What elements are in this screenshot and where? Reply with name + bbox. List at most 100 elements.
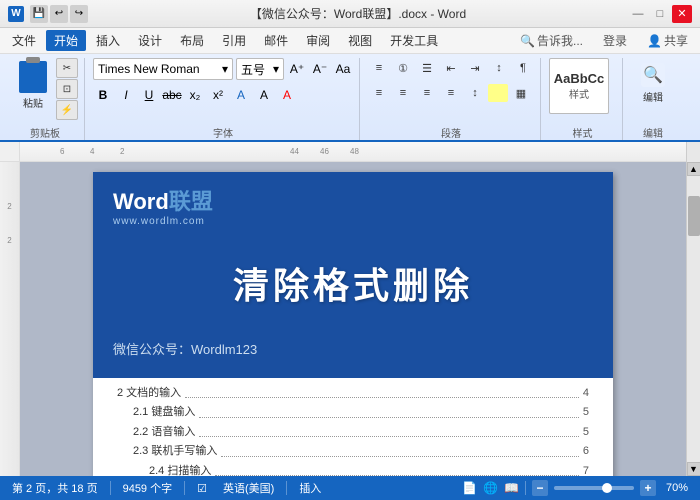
share-btn[interactable]: 👤 共享 bbox=[639, 30, 696, 51]
styles-group: AaBbCc 样式 样式 bbox=[543, 58, 623, 140]
redo-btn[interactable]: ↪ bbox=[70, 5, 88, 23]
ruler-scrollbar-corner bbox=[686, 142, 700, 162]
multilevel-btn[interactable]: ☰ bbox=[416, 58, 438, 78]
menu-references[interactable]: 引用 bbox=[214, 30, 254, 51]
increase-indent-btn[interactable]: ⇥ bbox=[464, 58, 486, 78]
vertical-ruler: 2 2 bbox=[0, 162, 20, 476]
align-right-btn[interactable]: ≡ bbox=[416, 83, 438, 103]
word-banner: Word联盟 www.wordlm.com 清除格式删除 微信公众号：Wordl… bbox=[93, 172, 613, 378]
toc-area: 2 文档的输入 4 2.1 键盘输入 5 2.2 语音输入 5 2.3 联机手写… bbox=[93, 378, 613, 476]
word-count: 9459 个字 bbox=[119, 480, 177, 496]
ruler-area: 6 4 2 44 46 48 bbox=[0, 142, 700, 162]
editing-button[interactable]: 🔍 编辑 bbox=[631, 58, 675, 107]
paste-button[interactable]: 粘贴 bbox=[12, 58, 54, 113]
superscript-button[interactable]: x² bbox=[208, 85, 228, 105]
strikethrough-button[interactable]: abc bbox=[162, 85, 182, 105]
italic-button[interactable]: I bbox=[116, 85, 136, 105]
format-painter-button[interactable]: ⚡ bbox=[56, 100, 78, 120]
subscript-button[interactable]: x₂ bbox=[185, 85, 205, 105]
scroll-track[interactable] bbox=[687, 176, 700, 462]
para-label: 段落 bbox=[368, 123, 534, 140]
menu-layout[interactable]: 布局 bbox=[172, 30, 212, 51]
shading-btn[interactable] bbox=[488, 84, 508, 102]
edit-content: 🔍 编辑 bbox=[631, 58, 675, 123]
menu-home[interactable]: 开始 bbox=[46, 30, 86, 51]
view-print-btn[interactable]: 📄 bbox=[462, 481, 477, 495]
toc-dots bbox=[199, 405, 579, 417]
ruler-corner bbox=[0, 142, 20, 161]
banner-logo: Word联盟 www.wordlm.com bbox=[113, 184, 593, 227]
clear-format-btn[interactable]: Aa bbox=[333, 59, 353, 79]
zoom-level[interactable]: 70% bbox=[662, 482, 692, 494]
close-btn[interactable]: ✕ bbox=[672, 5, 692, 23]
status-right: 📄 🌐 📖 − + 70% bbox=[462, 480, 692, 496]
menu-developer[interactable]: 开发工具 bbox=[382, 30, 446, 51]
menu-insert[interactable]: 插入 bbox=[88, 30, 128, 51]
menu-design[interactable]: 设计 bbox=[130, 30, 170, 51]
person-icon: 👤 bbox=[647, 34, 662, 48]
paste-icon bbox=[19, 61, 47, 93]
menu-view[interactable]: 视图 bbox=[340, 30, 380, 51]
cut-button[interactable]: ✂ bbox=[56, 58, 78, 78]
toc-dots bbox=[185, 386, 579, 398]
bold-button[interactable]: B bbox=[93, 85, 113, 105]
decrease-indent-btn[interactable]: ⇤ bbox=[440, 58, 462, 78]
quick-access-toolbar: 💾 ↩ ↪ bbox=[30, 5, 88, 23]
search-icon: 🔍 bbox=[520, 34, 535, 48]
scroll-up-btn[interactable]: ▲ bbox=[687, 162, 700, 176]
save-quick-btn[interactable]: 💾 bbox=[30, 5, 48, 23]
styles-gallery[interactable]: AaBbCc 样式 bbox=[549, 58, 609, 114]
bullets-btn[interactable]: ≡ bbox=[368, 58, 390, 78]
menu-mail[interactable]: 邮件 bbox=[256, 30, 296, 51]
sort-btn[interactable]: ↕ bbox=[488, 58, 510, 78]
toc-item-1: 2 文档的输入 4 bbox=[117, 386, 589, 401]
scroll-thumb[interactable] bbox=[688, 196, 700, 236]
restore-btn[interactable]: □ bbox=[650, 5, 670, 23]
numbering-btn[interactable]: ① bbox=[392, 58, 414, 78]
main-content-area: 2 2 Word联盟 www.wordlm.com 清除格式删除 微信公众号：W… bbox=[0, 162, 700, 476]
show-marks-btn[interactable]: ¶ bbox=[512, 58, 534, 78]
copy-button[interactable]: ⊡ bbox=[56, 79, 78, 99]
underline-button[interactable]: U bbox=[139, 85, 159, 105]
window-title: 【微信公众号：Word联盟】.docx - Word bbox=[88, 5, 628, 22]
status-sep-1 bbox=[110, 481, 111, 495]
view-read-btn[interactable]: 📖 bbox=[504, 481, 519, 495]
text-effect-btn[interactable]: A bbox=[231, 85, 251, 105]
undo-btn[interactable]: ↩ bbox=[50, 5, 68, 23]
justify-btn[interactable]: ≡ bbox=[440, 83, 462, 103]
align-left-btn[interactable]: ≡ bbox=[368, 83, 390, 103]
zoom-in-btn[interactable]: + bbox=[640, 480, 656, 496]
view-web-btn[interactable]: 🌐 bbox=[483, 481, 498, 495]
clipboard-small-btns: ✂ ⊡ ⚡ bbox=[56, 58, 78, 120]
line-spacing-btn[interactable]: ↕ bbox=[464, 83, 486, 103]
language-status: 英语(美国) bbox=[219, 480, 278, 496]
font-size-select[interactable]: 五号 ▾ bbox=[236, 58, 284, 80]
minimize-btn[interactable]: — bbox=[628, 5, 648, 23]
border-btn[interactable]: ▦ bbox=[510, 83, 532, 103]
document-area[interactable]: Word联盟 www.wordlm.com 清除格式删除 微信公众号：Wordl… bbox=[20, 162, 686, 476]
zoom-slider[interactable] bbox=[554, 486, 634, 490]
tell-me-btn[interactable]: 🔍 告诉我... bbox=[512, 30, 591, 51]
scroll-down-btn[interactable]: ▼ bbox=[687, 462, 700, 476]
editing-group: 🔍 编辑 编辑 bbox=[625, 58, 681, 140]
increase-font-btn[interactable]: A⁺ bbox=[287, 59, 307, 79]
toc-dots bbox=[215, 464, 579, 476]
menu-file[interactable]: 文件 bbox=[4, 30, 44, 51]
zoom-thumb[interactable] bbox=[602, 483, 612, 493]
clipboard-label: 剪贴板 bbox=[12, 123, 78, 140]
decrease-font-btn[interactable]: A⁻ bbox=[310, 59, 330, 79]
login-btn[interactable]: 登录 bbox=[595, 30, 635, 51]
vertical-scrollbar[interactable]: ▲ ▼ bbox=[686, 162, 700, 476]
banner-main-text: 清除格式删除 bbox=[113, 257, 593, 309]
clipboard-content: 粘贴 ✂ ⊡ ⚡ bbox=[12, 58, 78, 123]
text-highlight-btn[interactable]: A bbox=[254, 85, 274, 105]
align-center-btn[interactable]: ≡ bbox=[392, 83, 414, 103]
zoom-out-btn[interactable]: − bbox=[532, 480, 548, 496]
font-row1: Times New Roman ▾ 五号 ▾ A⁺ A⁻ Aa bbox=[93, 58, 353, 80]
menu-review[interactable]: 审阅 bbox=[298, 30, 338, 51]
status-sep-2 bbox=[184, 481, 185, 495]
font-name-select[interactable]: Times New Roman ▾ bbox=[93, 58, 233, 80]
word-app-icon: W bbox=[8, 6, 24, 22]
font-color-btn[interactable]: A bbox=[277, 85, 297, 105]
para-row1: ≡ ① ☰ ⇤ ⇥ ↕ ¶ bbox=[368, 58, 534, 78]
